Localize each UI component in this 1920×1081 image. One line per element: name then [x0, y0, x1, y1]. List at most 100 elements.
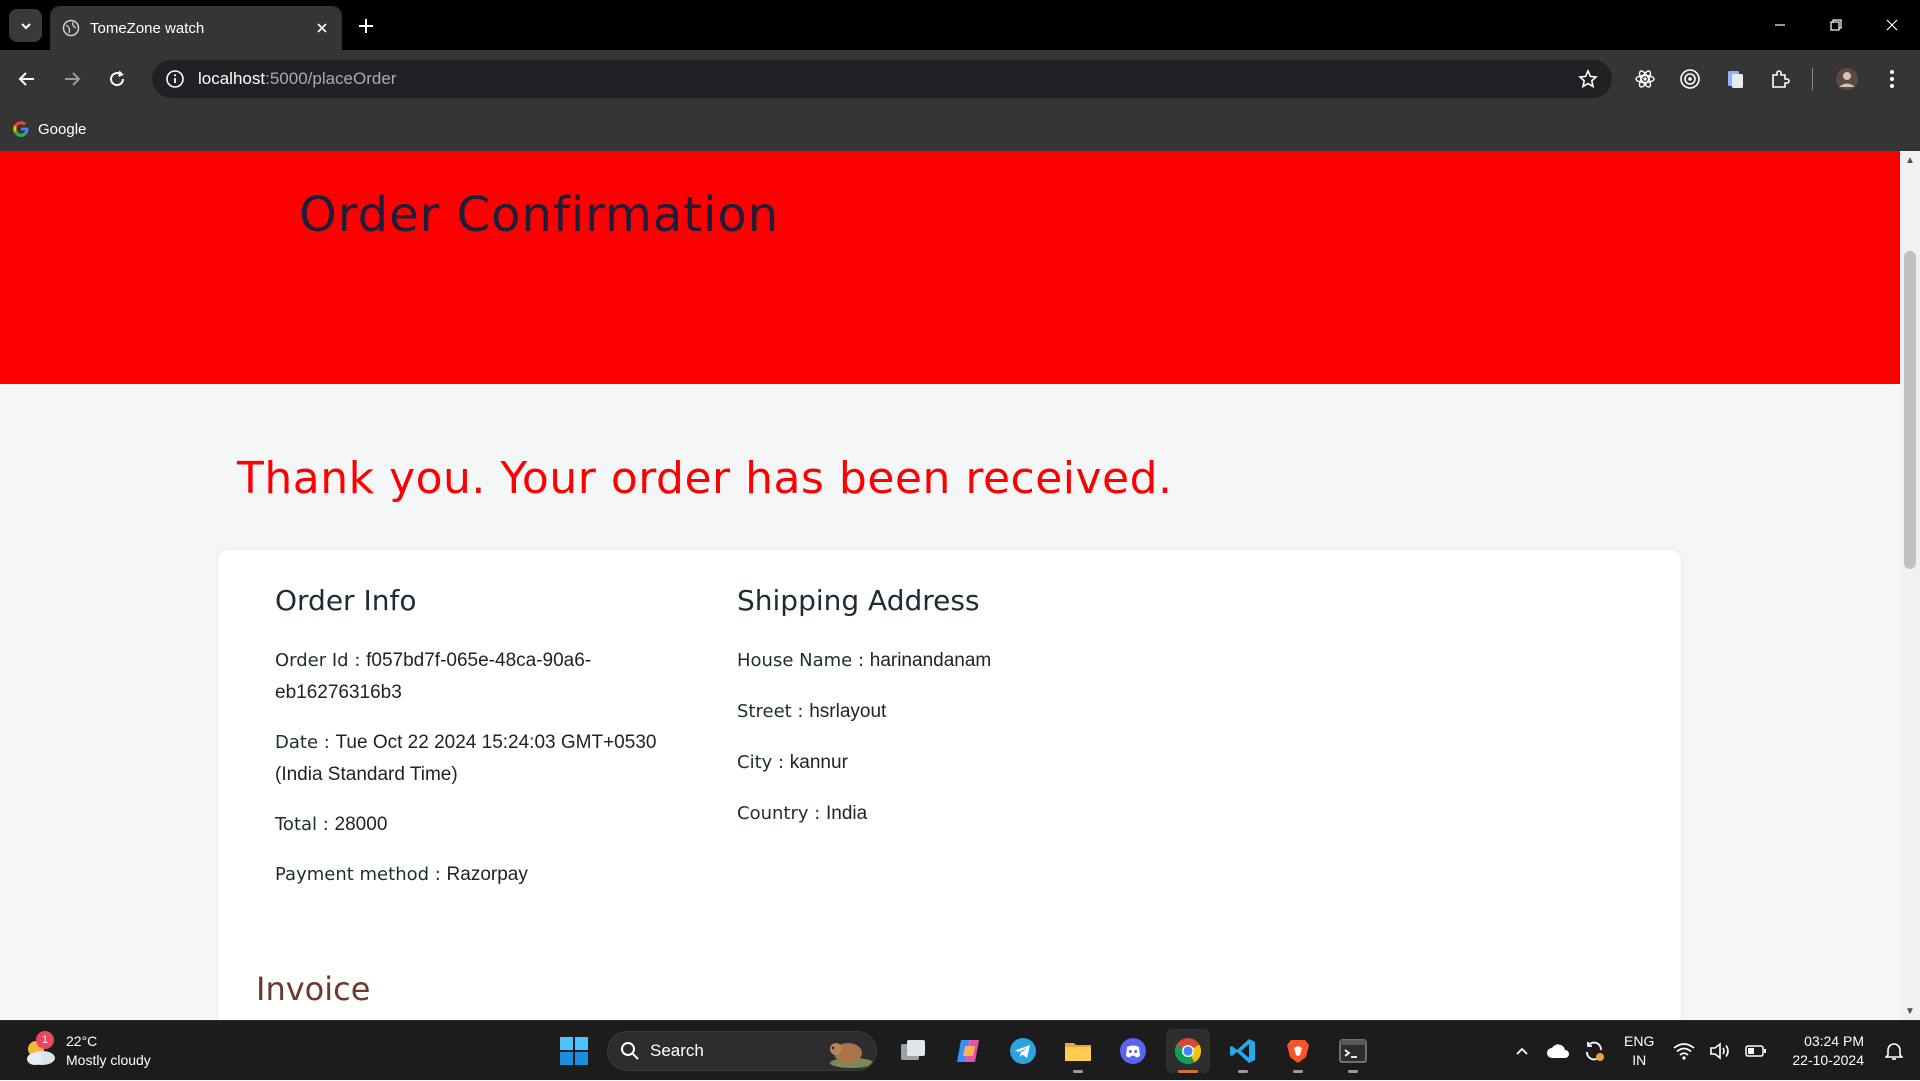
brave-lion-icon	[1287, 1040, 1309, 1063]
browser-toolbar: localhost:5000/placeOrder	[0, 50, 1920, 108]
wifi-tray[interactable]	[1666, 1031, 1702, 1071]
task-view-button[interactable]	[891, 1029, 935, 1073]
browser-tab[interactable]: TomeZone watch	[50, 6, 342, 50]
street-label: Street :	[737, 701, 810, 722]
taskbar-clock[interactable]: 03:24 PM 22-10-2024	[1792, 1032, 1864, 1070]
temperature: 22°C	[66, 1033, 98, 1049]
browser-titlebar: TomeZone watch	[0, 0, 1920, 50]
close-window-button[interactable]	[1864, 0, 1920, 50]
country-value: India	[826, 803, 868, 824]
minimize-button[interactable]	[1752, 0, 1808, 50]
minimize-icon	[1775, 24, 1785, 26]
order-id-label: Order Id :	[275, 650, 367, 671]
atom-icon	[1635, 70, 1655, 88]
new-tab-button[interactable]	[350, 10, 382, 42]
onedrive-tray[interactable]	[1540, 1031, 1576, 1071]
street-line: Street : hsrlayout	[737, 696, 1197, 728]
scroll-thumb[interactable]	[1904, 251, 1916, 569]
scroll-down-arrow[interactable]: ▼	[1900, 1002, 1920, 1020]
arrow-left-icon	[18, 72, 34, 86]
tab-search-button[interactable]	[9, 9, 42, 42]
address-bar[interactable]: localhost:5000/placeOrder	[152, 60, 1612, 98]
profile-avatar[interactable]	[1830, 62, 1864, 96]
back-button[interactable]	[10, 62, 44, 96]
arrow-right-icon	[65, 72, 81, 86]
tab-close-button[interactable]	[308, 14, 336, 42]
file-explorer-app[interactable]	[1056, 1029, 1100, 1073]
search-highlight-icon	[830, 1043, 874, 1068]
reload-button[interactable]	[100, 62, 134, 96]
puzzle-icon	[1772, 70, 1790, 88]
restore-button[interactable]	[1808, 0, 1864, 50]
house-name-label: House Name :	[737, 650, 870, 671]
country-line: Country : India	[737, 798, 1197, 830]
site-info-button[interactable]	[164, 68, 186, 90]
running-indicator	[1178, 1070, 1198, 1073]
url-text[interactable]: localhost:5000/placeOrder	[198, 69, 1572, 89]
windows-taskbar: 1 22°C Mostly cloudy Search ENG IN 03:24…	[0, 1020, 1920, 1080]
start-button[interactable]	[552, 1029, 596, 1073]
bookmark-label: Google	[38, 120, 87, 138]
weather-widget[interactable]: 1 22°C Mostly cloudy	[20, 1029, 151, 1073]
sync-tray[interactable]	[1576, 1031, 1612, 1071]
battery-icon	[1745, 1045, 1767, 1057]
terminal-app[interactable]	[1331, 1029, 1375, 1073]
telegram-icon	[1010, 1038, 1036, 1064]
wifi-icon	[1673, 1043, 1695, 1060]
notifications-button[interactable]	[1876, 1031, 1912, 1071]
house-name-value: harinandanam	[869, 650, 992, 671]
show-hidden-icons-button[interactable]	[1504, 1031, 1540, 1071]
document-icon	[1728, 71, 1743, 88]
lang-code: ENG	[1624, 1033, 1655, 1049]
toolbar-divider	[1812, 68, 1813, 90]
bell-icon	[1885, 1043, 1903, 1060]
order-id-line: Order Id : f057bd7f-065e-48ca-90a6-eb162…	[275, 645, 695, 709]
discord-app[interactable]	[1111, 1029, 1155, 1073]
sync-icon	[1586, 1041, 1605, 1061]
taskbar-search[interactable]: Search	[607, 1031, 877, 1071]
volume-tray[interactable]	[1702, 1031, 1738, 1071]
vscode-icon	[1230, 1039, 1255, 1063]
bookmarks-bar: Google	[0, 108, 1920, 151]
chevron-down-icon	[20, 22, 31, 29]
scroll-up-arrow[interactable]: ▲	[1900, 151, 1920, 169]
clipboard-extension[interactable]	[1718, 62, 1752, 96]
react-devtools-extension[interactable]	[1628, 62, 1662, 96]
browser-menu-button[interactable]	[1875, 62, 1909, 96]
page-title: Order Confirmation	[299, 187, 780, 243]
order-total-label: Total :	[275, 814, 335, 835]
bookmark-star-button[interactable]	[1572, 63, 1604, 95]
brave-app[interactable]	[1276, 1029, 1320, 1073]
weather-description: Mostly cloudy	[66, 1052, 151, 1068]
running-indicator	[1073, 1070, 1083, 1073]
copilot-app[interactable]	[946, 1029, 990, 1073]
vscode-app[interactable]	[1221, 1029, 1265, 1073]
window-controls	[1752, 0, 1920, 50]
payment-method-value: Razorpay	[446, 864, 528, 885]
order-details-card: Order Info Order Id : f057bd7f-065e-48ca…	[218, 550, 1681, 1020]
city-line: City : kannur	[737, 747, 1197, 779]
battery-tray[interactable]	[1738, 1031, 1774, 1071]
running-indicator	[1238, 1070, 1248, 1073]
telegram-app[interactable]	[1001, 1029, 1045, 1073]
target-extension[interactable]	[1673, 62, 1707, 96]
page-scrollbar[interactable]: ▲ ▼	[1900, 151, 1920, 1020]
house-name-line: House Name : harinandanam	[737, 645, 1197, 677]
city-label: City :	[737, 752, 790, 773]
taskbar-apps: Search	[552, 1029, 1386, 1073]
weather-text: 22°C Mostly cloudy	[66, 1032, 151, 1070]
input-language[interactable]: ENG IN	[1624, 1032, 1654, 1070]
invoice-heading: Invoice	[256, 970, 371, 1008]
clock-time: 03:24 PM	[1804, 1033, 1864, 1049]
chrome-app[interactable]	[1166, 1029, 1210, 1073]
forward-button[interactable]	[55, 62, 89, 96]
chrome-icon	[1174, 1038, 1202, 1065]
shipping-address-section: Shipping Address House Name : harinandan…	[737, 584, 1197, 848]
task-view-icon	[901, 1040, 925, 1060]
system-tray: ENG IN 03:24 PM 22-10-2024	[1504, 1021, 1920, 1081]
extensions-button[interactable]	[1763, 62, 1797, 96]
bookmark-google[interactable]: Google	[12, 115, 86, 143]
order-info-heading: Order Info	[275, 584, 417, 617]
order-total-line: Total : 28000	[275, 809, 695, 841]
info-icon	[166, 70, 184, 88]
